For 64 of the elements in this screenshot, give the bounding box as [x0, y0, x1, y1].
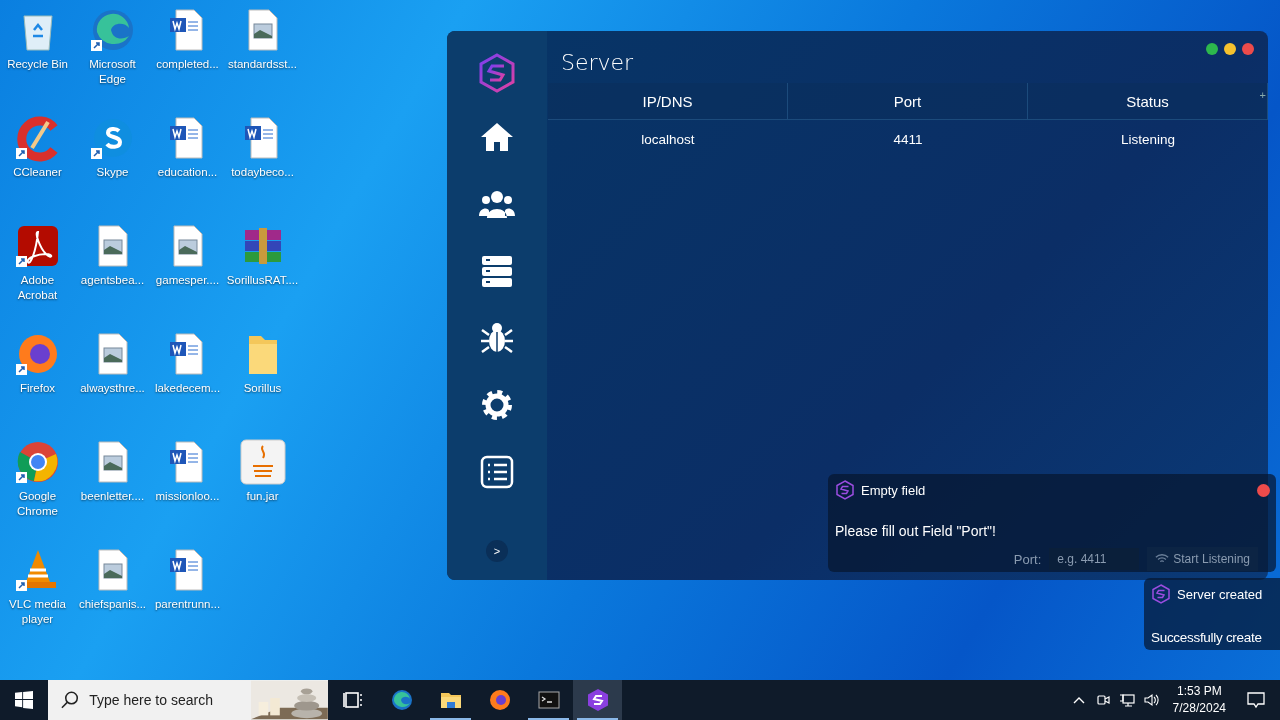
notification-message: Please fill out Field "Port"! — [835, 523, 997, 539]
desktop-icon-label[interactable]: CCleaner — [0, 165, 75, 180]
edge-icon — [389, 688, 414, 712]
port-label: Port: — [1013, 551, 1042, 567]
desktop-icon-label[interactable]: chiefspanis... — [75, 597, 150, 612]
logo-icon — [477, 53, 517, 93]
desktop-icon-label[interactable]: completed... — [150, 57, 225, 72]
servers-nav-button[interactable] — [479, 253, 515, 289]
column-header: Port — [788, 83, 1028, 119]
add-button[interactable]: + — [1259, 89, 1266, 101]
desktop-icon-label[interactable]: Adobe Acrobat — [0, 273, 75, 303]
volume-icon[interactable] — [1142, 692, 1159, 708]
camera-icon[interactable] — [1094, 692, 1111, 708]
desktop-icon-label[interactable]: VLC media player — [0, 597, 75, 627]
desktop-icon-label[interactable]: lakedecem... — [150, 381, 225, 396]
expand-button[interactable]: > — [486, 540, 508, 562]
logo-icon — [1151, 584, 1171, 604]
port-field[interactable]: e.g. 4411 — [1049, 548, 1140, 570]
window-control-button[interactable] — [1242, 43, 1254, 55]
table-cell-text: Listening — [1119, 130, 1176, 149]
desktop-icon-label[interactable]: Sorillus — [225, 381, 300, 396]
window-title: Server — [561, 49, 635, 75]
firefox-icon — [487, 688, 512, 712]
desktop-icon-label[interactable]: beenletter.... — [75, 489, 150, 504]
sorillus-taskbar-button[interactable] — [573, 680, 622, 720]
clock[interactable]: 1:53 PM 7/28/2024 — [1162, 680, 1236, 720]
desktop-icon-label[interactable]: Google Chrome — [0, 489, 75, 519]
sorillus-icon — [585, 688, 610, 712]
notification-title: Empty field — [861, 482, 926, 498]
column-header: IP/DNS — [548, 83, 788, 119]
desktop-icon-label[interactable]: fun.jar — [225, 489, 300, 504]
desktop-icon-label[interactable]: missionloo... — [150, 489, 225, 504]
desktop-icon-label[interactable]: SorillusRAT.... — [225, 273, 300, 288]
desktop-icon-label[interactable]: agentsbea... — [75, 273, 150, 288]
table-cell-text: localhost — [640, 130, 696, 149]
terminal-icon — [536, 688, 561, 712]
logo-icon — [835, 480, 855, 500]
windows-logo-icon — [15, 691, 33, 709]
desktop-icon-label[interactable]: Microsoft Edge — [75, 57, 150, 87]
desktop-icon-label[interactable]: alwaysthre... — [75, 381, 150, 396]
window-control-button[interactable] — [1206, 43, 1218, 55]
bug-nav-button[interactable] — [479, 320, 515, 356]
start-listening-button[interactable]: Start Listening — [1147, 547, 1258, 571]
desktop-icon-label[interactable]: todaybeco... — [225, 165, 300, 180]
desktop-icon-label[interactable]: parentrunn... — [150, 597, 225, 612]
desktop-icon-label[interactable]: education... — [150, 165, 225, 180]
network-icon[interactable] — [1118, 692, 1135, 708]
notification-title: Server created — [1177, 586, 1263, 602]
desktop-icon-label[interactable]: Skype — [75, 165, 150, 180]
search-bar[interactable]: Type here to search — [48, 680, 328, 720]
desktop-icon-label[interactable]: Recycle Bin — [0, 57, 75, 72]
notification-icon[interactable] — [1246, 690, 1266, 710]
java-file-icon[interactable] — [238, 438, 287, 486]
close-button[interactable] — [1257, 483, 1270, 497]
desktop-icon-label[interactable]: gamesper.... — [150, 273, 225, 288]
window-control-button[interactable] — [1224, 43, 1236, 55]
search-input[interactable]: Type here to search — [87, 691, 252, 709]
desktop-icon-label[interactable]: Firefox — [0, 381, 75, 396]
desktop-icon-label[interactable]: standardsst... — [225, 57, 300, 72]
search-icon — [60, 690, 80, 710]
settings-nav-button[interactable] — [479, 387, 515, 423]
table-cell-text: 4411 — [892, 130, 924, 149]
list-nav-button[interactable] — [479, 454, 515, 490]
notification-message: Successfully create — [1151, 630, 1263, 645]
